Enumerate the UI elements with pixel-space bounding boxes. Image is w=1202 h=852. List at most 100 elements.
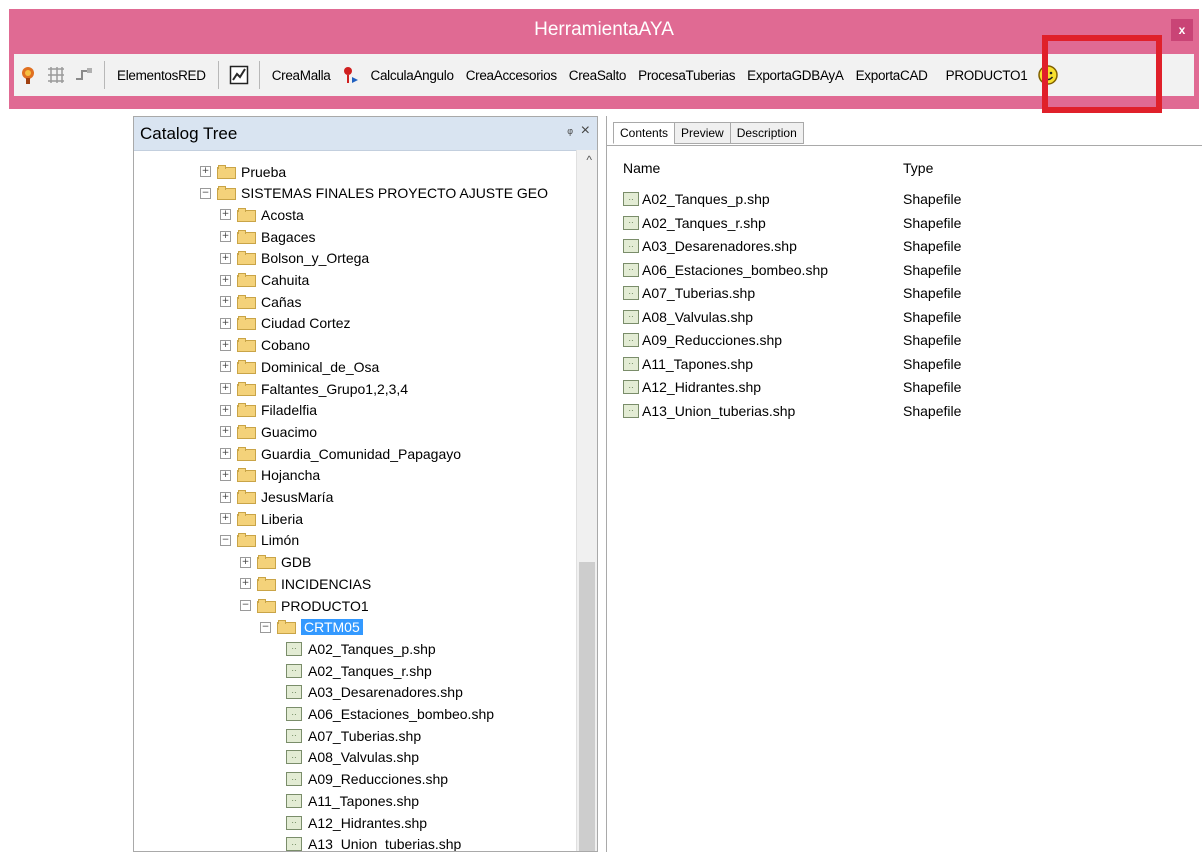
tree-item-folder[interactable]: + Cobano (220, 335, 310, 356)
tree-item-folder[interactable]: + INCIDENCIAS (240, 573, 371, 594)
tree-item-folder[interactable]: − SISTEMAS FINALES PROYECTO AJUSTE GEO (200, 183, 548, 204)
collapse-icon[interactable]: − (200, 187, 211, 199)
contents-row[interactable]: ·· A07_Tuberias.shp (623, 282, 755, 304)
contents-row[interactable]: ·· A13_Union_tuberias.shp (623, 400, 795, 422)
tree-item-folder[interactable]: + Guacimo (220, 421, 317, 442)
grid-icon[interactable] (45, 64, 67, 86)
tree-item-folder[interactable]: + Bagaces (220, 226, 315, 247)
tree-item-folder[interactable]: + Filadelfia (220, 400, 317, 421)
tab-description[interactable]: Description (729, 122, 804, 144)
shapefile-icon: ·· (623, 333, 639, 347)
tree-item-shapefile[interactable]: ·· A09_Reducciones.shp (286, 769, 448, 790)
tree-item-folder[interactable]: − CRTM05 (260, 617, 363, 638)
expand-icon[interactable]: + (240, 556, 251, 568)
tree-item-shapefile[interactable]: ·· A06_Estaciones_bombeo.shp (286, 704, 494, 725)
tab-divider (607, 145, 1202, 146)
expand-icon[interactable]: + (220, 296, 231, 308)
creamalla-button[interactable]: CreaMalla (266, 68, 337, 83)
shapefile-icon: ·· (286, 685, 302, 700)
contents-row[interactable]: ·· A09_Reducciones.shp (623, 329, 782, 351)
catalog-close-icon[interactable]: × (581, 122, 590, 140)
column-header-type[interactable]: Type (903, 160, 933, 176)
tree-item-folder[interactable]: − Limón (220, 530, 299, 551)
shapefile-icon: ·· (286, 750, 302, 765)
expand-icon[interactable]: + (200, 166, 211, 177)
exportacad-button[interactable]: ExportaCAD (850, 68, 934, 83)
exportagdbaya-button[interactable]: ExportaGDBAyA (741, 68, 849, 83)
tree-item-shapefile[interactable]: ·· A02_Tanques_p.shp (286, 638, 436, 659)
tree-item-folder[interactable]: + Acosta (220, 204, 304, 225)
expand-icon[interactable]: + (220, 209, 231, 221)
expand-icon[interactable]: + (220, 252, 231, 264)
producto1-button[interactable]: PRODUCTO1 (940, 68, 1034, 83)
map-export-icon[interactable] (228, 64, 250, 86)
collapse-icon[interactable]: − (260, 621, 271, 633)
tree-item-folder[interactable]: + Cahuita (220, 270, 309, 291)
tree-item-folder[interactable]: + Prueba (200, 161, 286, 182)
expand-icon[interactable]: + (240, 578, 251, 590)
expand-icon[interactable]: + (220, 317, 231, 329)
open-folder-icon (277, 620, 296, 635)
tree-item-shapefile[interactable]: ·· A13_Union_tuberias.shp (286, 834, 462, 852)
tree-item-shapefile[interactable]: ·· A12_Hidrantes.shp (286, 812, 427, 833)
expand-icon[interactable]: + (220, 426, 231, 438)
angle-pin-icon[interactable] (340, 64, 362, 86)
tree-item-folder[interactable]: + Dominical_de_Osa (220, 356, 379, 377)
tree-item-folder[interactable]: + GDB (240, 552, 311, 573)
tree-item-shapefile[interactable]: ·· A11_Tapones.shp (286, 790, 419, 811)
column-header-name[interactable]: Name (623, 160, 660, 176)
shapefile-icon: ·· (286, 815, 302, 830)
expand-icon[interactable]: + (220, 491, 231, 503)
tree-item-shapefile[interactable]: ·· A08_Valvulas.shp (286, 747, 419, 768)
tree-item-shapefile[interactable]: ·· A02_Tanques_r.shp (286, 660, 432, 681)
contents-row[interactable]: ·· A08_Valvulas.shp (623, 306, 753, 328)
expand-icon[interactable]: + (220, 469, 231, 481)
folder-icon (257, 598, 276, 613)
scroll-up-icon[interactable]: ^ (586, 153, 592, 167)
wizard-icon[interactable] (17, 64, 39, 86)
collapse-icon[interactable]: − (240, 600, 251, 611)
creasalto-button[interactable]: CreaSalto (563, 68, 632, 83)
calculaangulo-button[interactable]: CalculaAngulo (365, 68, 460, 83)
tree-item-folder[interactable]: + Faltantes_Grupo1,2,3,4 (220, 378, 408, 399)
expand-icon[interactable]: + (220, 404, 231, 416)
tree-item-label: A13_Union_tuberias.shp (308, 836, 462, 852)
tree-item-shapefile[interactable]: ·· A03_Desarenadores.shp (286, 682, 463, 703)
collapse-icon[interactable]: − (220, 534, 231, 546)
elementosred-button[interactable]: ElementosRED (111, 68, 212, 83)
tree-item-folder[interactable]: + Liberia (220, 508, 303, 529)
scrollbar-thumb[interactable] (579, 562, 595, 851)
expand-icon[interactable]: + (220, 231, 231, 243)
tab-contents[interactable]: Contents (613, 122, 676, 144)
tree-item-folder[interactable]: + JesusMaría (220, 487, 333, 508)
creaaccesorios-button[interactable]: CreaAccesorios (460, 68, 563, 83)
expand-icon[interactable]: + (220, 513, 231, 525)
tree-item-label: Bolson_y_Ortega (261, 250, 370, 267)
procesatuberias-button[interactable]: ProcesaTuberias (632, 68, 741, 83)
contents-row[interactable]: ·· A03_Desarenadores.shp (623, 235, 797, 257)
tree-item-folder[interactable]: + Ciudad Cortez (220, 313, 351, 334)
expand-icon[interactable]: + (220, 274, 231, 286)
contents-row[interactable]: ·· A12_Hidrantes.shp (623, 376, 761, 398)
expand-icon[interactable]: + (220, 361, 231, 373)
tree-item-folder[interactable]: + Cañas (220, 291, 301, 312)
tree-item-folder[interactable]: + Guardia_Comunidad_Papagayo (220, 443, 461, 464)
tab-preview[interactable]: Preview (674, 122, 731, 144)
contents-row[interactable]: ·· A06_Estaciones_bombeo.shp (623, 259, 828, 281)
close-button[interactable]: x (1171, 19, 1193, 41)
contents-row-type: Shapefile (903, 191, 962, 207)
tree-item-folder[interactable]: + Bolson_y_Ortega (220, 248, 369, 269)
expand-icon[interactable]: + (220, 448, 231, 460)
tree-item-folder[interactable]: − PRODUCTO1 (240, 595, 369, 616)
expand-icon[interactable]: + (220, 339, 231, 351)
contents-row[interactable]: ·· A02_Tanques_r.shp (623, 212, 766, 234)
contents-row[interactable]: ·· A11_Tapones.shp (623, 353, 753, 375)
tree-item-shapefile[interactable]: ·· A07_Tuberias.shp (286, 725, 421, 746)
folder-icon (217, 164, 236, 179)
folder-icon (237, 294, 256, 309)
pin-icon[interactable]: ᵠ (567, 125, 573, 140)
pipe-tool-icon[interactable] (73, 64, 95, 86)
tree-item-folder[interactable]: + Hojancha (220, 465, 320, 486)
contents-row[interactable]: ·· A02_Tanques_p.shp (623, 188, 770, 210)
expand-icon[interactable]: + (220, 383, 231, 394)
